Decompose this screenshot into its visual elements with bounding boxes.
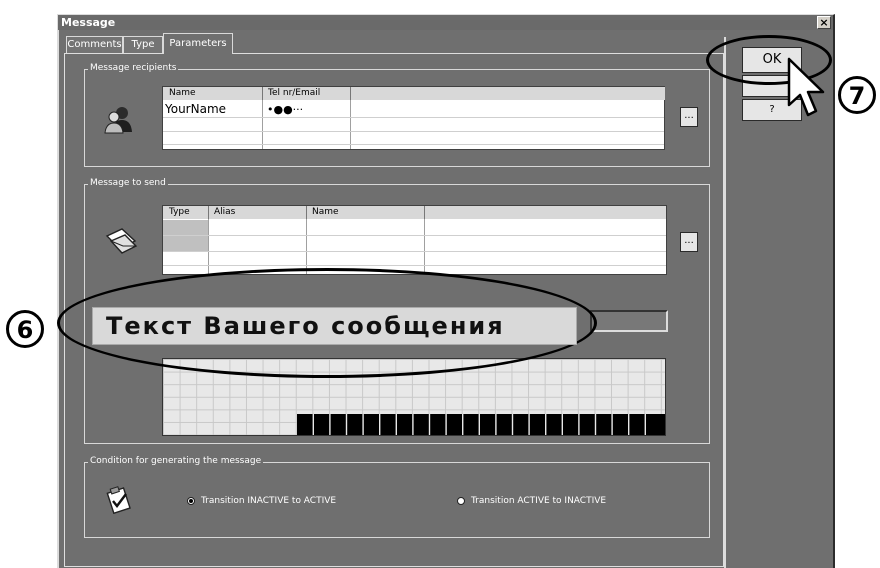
message-text-field[interactable] (590, 310, 668, 332)
clipboard-check-icon (106, 486, 131, 514)
column-header-extra[interactable] (351, 87, 665, 100)
message-envelope-icon (105, 228, 138, 254)
tab-type[interactable]: Type (123, 36, 163, 53)
recipient-contact-cell[interactable]: •●●··· (267, 102, 303, 117)
radio-selected-dot (189, 499, 193, 503)
column-header-extra[interactable] (425, 206, 666, 219)
display-pixel-row (297, 414, 665, 435)
browse-message-button[interactable]: ... (680, 232, 698, 252)
row-divider (163, 144, 664, 145)
column-divider (350, 100, 351, 149)
row-divider (163, 131, 664, 132)
column-header-name[interactable]: Name (163, 87, 263, 100)
column-header-contact[interactable]: Tel nr/Email (263, 87, 351, 100)
tab-comments[interactable]: Comments (66, 36, 123, 53)
close-button[interactable]: × (817, 16, 831, 29)
window-title: Message (61, 16, 116, 29)
row-divider (163, 265, 666, 266)
column-header-type[interactable]: Type (163, 206, 209, 219)
radio-label-active-to-inactive[interactable]: Transition ACTIVE to INACTIVE (471, 496, 606, 507)
step-marker-6: 6 (6, 310, 44, 348)
mouse-pointer-icon (787, 57, 825, 117)
row-divider (163, 235, 666, 236)
column-header-name[interactable]: Name (307, 206, 425, 219)
tab-parameters[interactable]: Parameters (163, 33, 233, 54)
row-divider (163, 117, 664, 118)
row-divider (163, 251, 666, 252)
condition-group-label: Condition for generating the message (88, 456, 264, 467)
column-divider (262, 100, 263, 149)
recipients-group-label: Message recipients (88, 63, 179, 74)
radio-active-to-inactive[interactable] (457, 497, 465, 505)
message-text-callout-label: Текст Вашего сообщения (106, 312, 505, 340)
recipients-table[interactable]: Name Tel nr/Email YourName •●●··· (162, 86, 665, 150)
message-table[interactable]: Type Alias Name (162, 205, 667, 275)
title-bar[interactable] (58, 15, 833, 30)
radio-inactive-to-active[interactable] (187, 497, 195, 505)
browse-recipients-button[interactable]: ... (680, 107, 698, 127)
column-header-alias[interactable]: Alias (209, 206, 307, 219)
column-divider (724, 37, 726, 568)
radio-label-inactive-to-active[interactable]: Transition INACTIVE to ACTIVE (201, 496, 336, 507)
recipient-name-cell[interactable]: YourName (165, 102, 226, 117)
condition-group (84, 462, 710, 538)
people-icon (104, 107, 132, 134)
message-group-label: Message to send (88, 178, 168, 189)
